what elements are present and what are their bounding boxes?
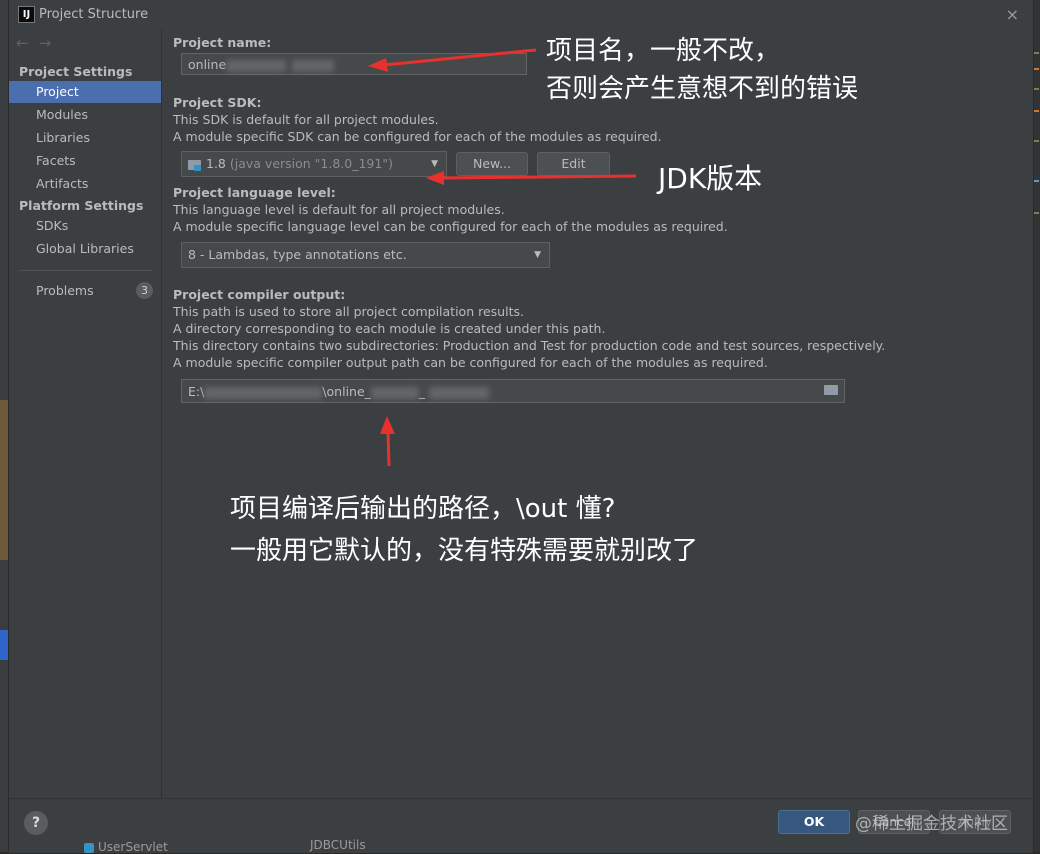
chevron-down-icon: ▼: [431, 159, 438, 169]
problems-count-badge: 3: [136, 282, 153, 299]
sidebar-item-label: SDKs: [36, 218, 69, 233]
navigation-arrows: ←→: [16, 34, 61, 52]
compiler-output-description: This directory contains two subdirectori…: [173, 338, 886, 353]
underlay-file-jdbcutils: JDBCUtils: [310, 838, 366, 852]
redacted-text: [370, 386, 419, 399]
sidebar-item-libraries[interactable]: Libraries: [9, 127, 161, 149]
language-level-description: A module specific language level can be …: [173, 219, 728, 234]
project-name-title: Project name:: [173, 35, 272, 50]
sdk-version: 1.8: [206, 156, 226, 171]
sidebar-item-label: Project: [36, 84, 79, 99]
project-structure-dialog: IJ Project Structure × ←→ Project Settin…: [8, 0, 1034, 853]
sidebar-item-label: Global Libraries: [36, 241, 134, 256]
compiler-output-description: A directory corresponding to each module…: [173, 321, 606, 336]
compiler-output-description: A module specific compiler output path c…: [173, 355, 768, 370]
language-level-title: Project language level:: [173, 185, 336, 200]
compiler-output-description: This path is used to store all project c…: [173, 304, 524, 319]
project-name-value: online: [188, 57, 227, 72]
watermark-text: @稀土掘金技术社区: [855, 814, 1008, 834]
close-icon[interactable]: ×: [1006, 5, 1019, 24]
output-path-middle: \online_: [322, 384, 371, 399]
project-name-input[interactable]: online: [181, 53, 527, 75]
forward-arrow-icon[interactable]: →: [39, 34, 62, 52]
annotation-jdk-version: JDK版本: [658, 162, 763, 195]
sidebar-item-label: Artifacts: [36, 176, 89, 191]
sidebar-item-modules[interactable]: Modules: [9, 104, 161, 126]
project-settings-panel: Project name: online Project SDK: This S…: [162, 30, 1033, 798]
sidebar-item-global-libraries[interactable]: Global Libraries: [9, 238, 161, 260]
redacted-text: [429, 386, 490, 399]
sidebar-item-label: Problems: [36, 283, 94, 298]
sidebar-item-label: Libraries: [36, 130, 90, 145]
redacted-text: [226, 59, 287, 72]
background-ide-left-edge: [0, 0, 8, 852]
sidebar-item-problems[interactable]: Problems 3: [9, 280, 161, 302]
section-platform-settings: Platform Settings: [19, 198, 144, 213]
settings-sidebar: ←→ Project Settings Project Modules Libr…: [9, 30, 162, 798]
sidebar-item-artifacts[interactable]: Artifacts: [9, 173, 161, 195]
back-arrow-icon[interactable]: ←: [16, 34, 39, 52]
sidebar-item-sdks[interactable]: SDKs: [9, 215, 161, 237]
class-file-icon: [84, 842, 94, 853]
output-path-sep: _: [418, 384, 426, 399]
intellij-logo-icon: IJ: [18, 6, 35, 23]
project-sdk-description: A module specific SDK can be configured …: [173, 129, 662, 144]
project-sdk-select[interactable]: 1.8 (java version "1.8.0_191") ▼: [181, 151, 447, 177]
folder-browse-icon[interactable]: [824, 385, 838, 395]
compiler-output-path-input[interactable]: E:\ \online_ _: [181, 379, 845, 403]
annotation-project-name-line2: 否则会产生意想不到的错误: [546, 74, 859, 104]
annotation-output-path-line1: 项目编译后输出的路径，\out 懂?: [230, 494, 616, 524]
project-sdk-description: This SDK is default for all project modu…: [173, 112, 439, 127]
redacted-text: [292, 59, 335, 72]
output-path-prefix: E:\: [188, 384, 205, 399]
sidebar-item-project[interactable]: Project: [9, 81, 161, 103]
sidebar-item-facets[interactable]: Facets: [9, 150, 161, 172]
sidebar-item-label: Facets: [36, 153, 76, 168]
language-level-description: This language level is default for all p…: [173, 202, 505, 217]
project-sdk-title: Project SDK:: [173, 95, 262, 110]
chevron-down-icon: ▼: [534, 250, 541, 260]
title-bar: IJ Project Structure ×: [9, 0, 1033, 30]
jdk-folder-icon: [188, 159, 201, 171]
new-sdk-button[interactable]: New...: [456, 152, 528, 176]
ok-button[interactable]: OK: [778, 810, 850, 834]
language-level-value: 8 - Lambdas, type annotations etc.: [188, 247, 407, 262]
redacted-text: [204, 386, 323, 399]
annotation-output-path-line2: 一般用它默认的，没有特殊需要就别改了: [230, 536, 699, 566]
annotation-project-name-line1: 项目名，一般不改，: [546, 36, 781, 66]
sidebar-item-label: Modules: [36, 107, 88, 122]
sidebar-divider: [19, 270, 152, 271]
edit-sdk-button[interactable]: Edit: [537, 152, 610, 176]
language-level-select[interactable]: 8 - Lambdas, type annotations etc. ▼: [181, 242, 550, 268]
sdk-java-version: (java version "1.8.0_191"): [229, 156, 393, 171]
help-icon[interactable]: ?: [24, 811, 48, 835]
compiler-output-title: Project compiler output:: [173, 287, 346, 302]
window-title: Project Structure: [39, 7, 149, 22]
section-project-settings: Project Settings: [19, 64, 133, 79]
